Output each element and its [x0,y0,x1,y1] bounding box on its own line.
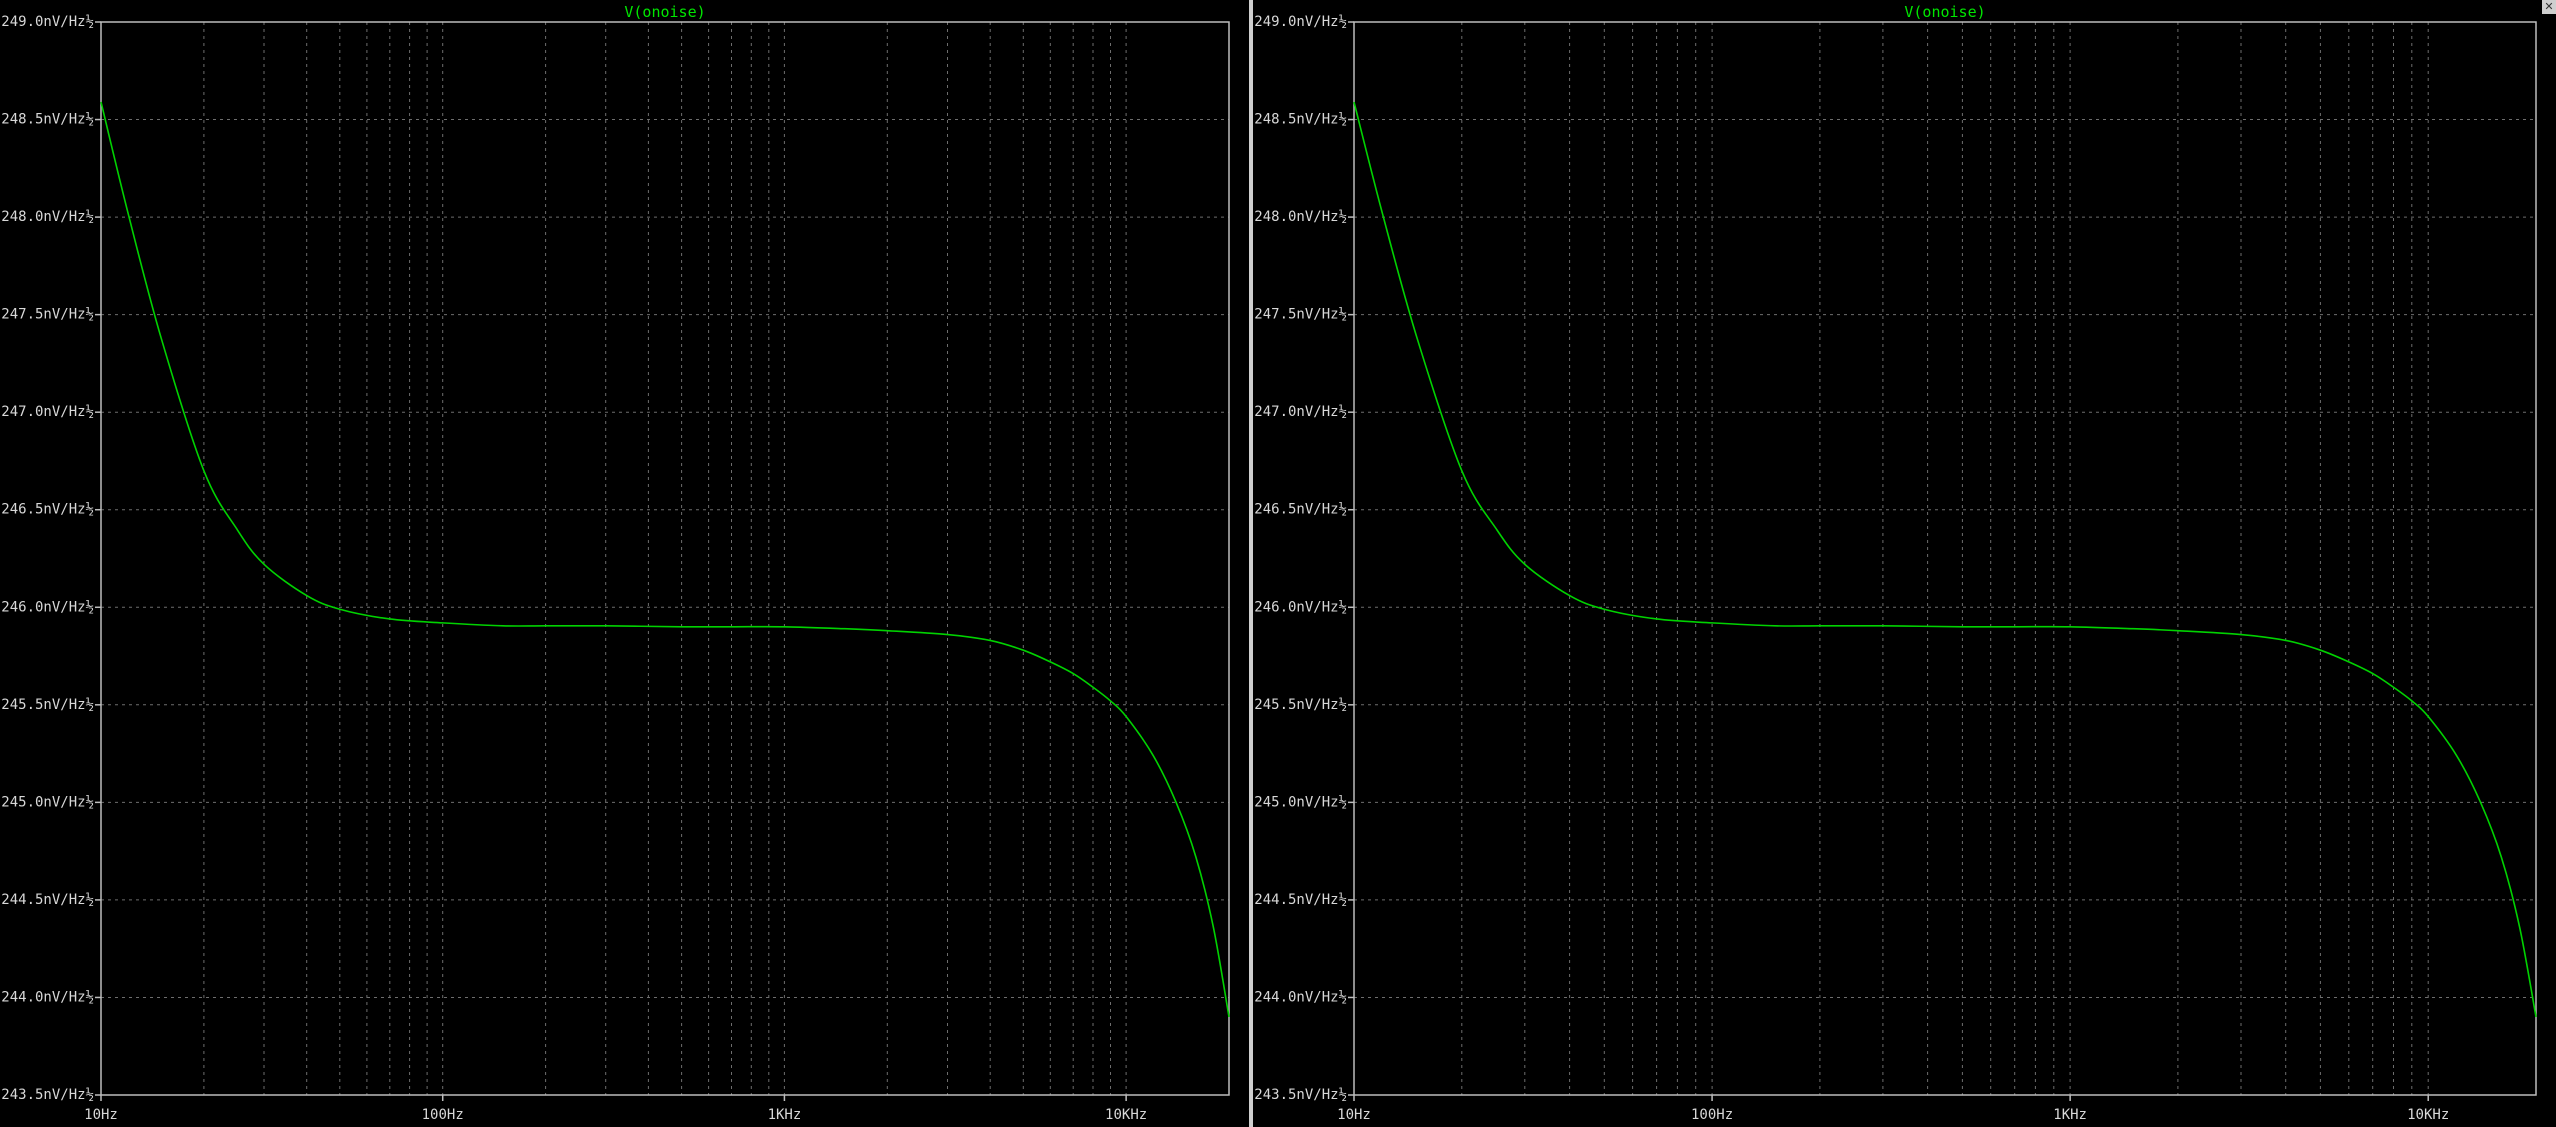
y-tick-label: 246.5nV/Hz½ [1,502,94,518]
y-tick-label: 244.5nV/Hz½ [1254,892,1347,908]
noise-plot-right[interactable]: 249.0nV/Hz½ 248.5nV/Hz½ 248.0nV/Hz½ 247.5nV… [1253,0,2556,1127]
waveform-pane-right[interactable]: 249.0nV/Hz½ 248.5nV/Hz½ 248.0nV/Hz½ 247.5nV… [1253,0,2556,1127]
x-tick-label: 10Hz [84,1107,118,1123]
y-tick-label: 248.0nV/Hz½ [1254,209,1347,225]
y-tick-label: 248.5nV/Hz½ [1,112,94,128]
chart1-frame [1353,21,2537,1096]
noise-plot-left[interactable]: 249.0nV/Hz½ 248.5nV/Hz½ 248.0nV/Hz½ 247.5nV… [0,0,1249,1127]
y-tick-label: 244.0nV/Hz½ [1254,989,1347,1005]
chart0-frame [100,21,1230,1096]
y-tick-label: 248.0nV/Hz½ [1,209,94,225]
chart1-grid [1354,22,2536,1095]
y-tick-label: 247.0nV/Hz½ [1254,404,1347,420]
close-icon[interactable]: ✕ [2542,0,2556,14]
chart0-grid [101,22,1229,1095]
y-tick-label: 249.0nV/Hz½ [1,14,94,30]
x-tick-label: 10Hz [1337,1107,1371,1123]
x-tick-label: 1KHz [2053,1107,2087,1123]
x-tick-label: 10KHz [1105,1107,1147,1123]
y-tick-label: 244.0nV/Hz½ [1,989,94,1005]
x-tick-label: 1KHz [768,1107,802,1123]
y-tick-label: 247.5nV/Hz½ [1254,307,1347,323]
y-tick-label: 245.5nV/Hz½ [1254,697,1347,713]
y-tick-label: 245.5nV/Hz½ [1,697,94,713]
chart1-series-line[interactable] [1353,101,2537,1018]
y-tick-label: 247.5nV/Hz½ [1,307,94,323]
x-tick-label: 10KHz [2407,1107,2449,1123]
y-tick-label: 246.0nV/Hz½ [1254,599,1347,615]
y-tick-label: 244.5nV/Hz½ [1,892,94,908]
waveform-pane-left[interactable]: 249.0nV/Hz½ 248.5nV/Hz½ 248.0nV/Hz½ 247.5nV… [0,0,1253,1127]
x-tick-label: 100Hz [1691,1107,1733,1123]
y-tick-label: 249.0nV/Hz½ [1254,14,1347,30]
chart0-series-line[interactable] [100,101,1230,1018]
y-tick-label: 243.5nV/Hz½ [1,1087,94,1103]
chart1-trace-title[interactable]: V(onoise) [1904,3,1985,21]
y-tick-label: 248.5nV/Hz½ [1254,112,1347,128]
y-tick-label: 247.0nV/Hz½ [1,404,94,420]
y-tick-label: 246.5nV/Hz½ [1254,502,1347,518]
chart0-trace-title[interactable]: V(onoise) [624,3,705,21]
y-tick-label: 245.0nV/Hz½ [1,794,94,810]
y-tick-label: 246.0nV/Hz½ [1,599,94,615]
y-tick-label: 245.0nV/Hz½ [1254,794,1347,810]
y-tick-label: 243.5nV/Hz½ [1254,1087,1347,1103]
x-tick-label: 100Hz [422,1107,464,1123]
